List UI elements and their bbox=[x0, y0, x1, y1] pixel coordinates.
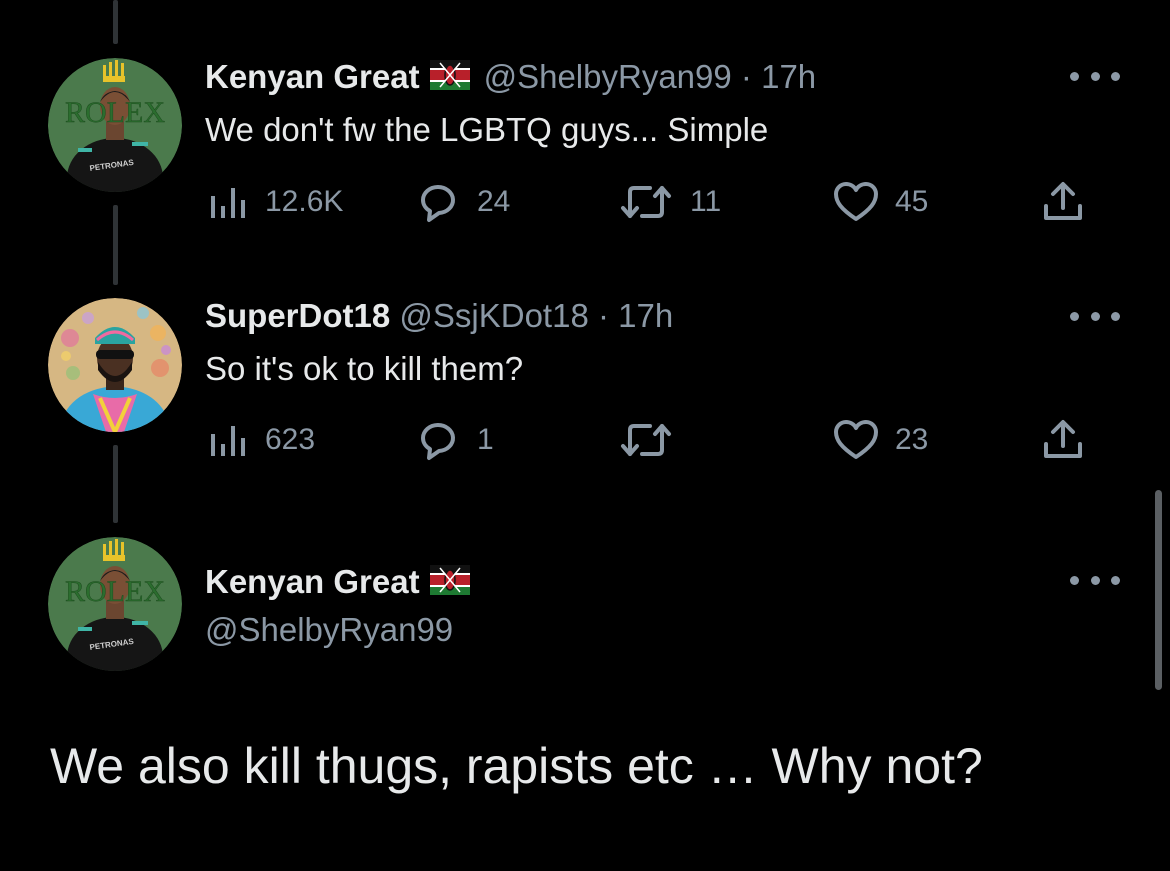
retweet-icon bbox=[618, 420, 674, 460]
retweet-count: 11 bbox=[690, 185, 722, 218]
retweet-icon bbox=[618, 182, 674, 222]
like-count: 45 bbox=[895, 185, 929, 218]
views-icon bbox=[205, 420, 249, 460]
kenya-flag-icon bbox=[429, 59, 470, 99]
thread-line bbox=[113, 205, 118, 285]
views-count: 12.6K bbox=[265, 185, 344, 218]
thread-line bbox=[113, 445, 118, 523]
reply-button[interactable]: 24 bbox=[415, 180, 510, 224]
tweet-header: Kenyan Great @ShelbyRyan99 · 17h bbox=[205, 57, 816, 99]
tweet-actions: 623 1 23 bbox=[205, 418, 1095, 462]
retweet-button[interactable] bbox=[618, 418, 690, 462]
share-button[interactable] bbox=[1041, 418, 1085, 462]
tweet-text: So it's ok to kill them? bbox=[205, 350, 524, 387]
display-name[interactable]: Kenyan Great bbox=[205, 563, 420, 600]
timestamp[interactable]: 17h bbox=[618, 297, 673, 334]
share-icon bbox=[1041, 418, 1085, 462]
views-button[interactable]: 12.6K bbox=[205, 180, 343, 224]
tweet-header: SuperDot18 @SsjKDot18 · 17h bbox=[205, 296, 673, 336]
more-icon[interactable] bbox=[1070, 306, 1120, 326]
handle[interactable]: @SsjKDot18 bbox=[399, 297, 588, 334]
handle[interactable]: @ShelbyRyan99 bbox=[205, 610, 453, 650]
more-icon[interactable] bbox=[1070, 66, 1120, 86]
share-button[interactable] bbox=[1041, 180, 1085, 224]
display-name[interactable]: Kenyan Great bbox=[205, 58, 420, 95]
like-button[interactable]: 23 bbox=[833, 418, 928, 462]
reply-count: 24 bbox=[477, 185, 511, 218]
separator: · bbox=[597, 297, 609, 334]
timestamp[interactable]: 17h bbox=[761, 58, 816, 95]
like-count: 23 bbox=[895, 423, 929, 456]
avatar[interactable]: PETRONAS ROLEX bbox=[48, 537, 182, 671]
like-icon bbox=[833, 181, 879, 223]
more-icon[interactable] bbox=[1070, 570, 1120, 590]
avatar-logo-text: ROLEX bbox=[65, 96, 165, 129]
like-icon bbox=[833, 419, 879, 461]
views-button[interactable]: 623 bbox=[205, 418, 315, 462]
thread-line bbox=[113, 0, 118, 44]
avatar[interactable] bbox=[48, 298, 182, 432]
retweet-button[interactable]: 11 bbox=[618, 180, 721, 224]
views-icon bbox=[205, 182, 249, 222]
display-name[interactable]: SuperDot18 bbox=[205, 297, 390, 334]
reply-icon bbox=[415, 180, 461, 224]
reply-count: 1 bbox=[477, 423, 494, 456]
avatar[interactable]: PETRONAS ROLEX bbox=[48, 58, 182, 192]
tweet-header: Kenyan Great bbox=[205, 562, 484, 604]
share-icon bbox=[1041, 180, 1085, 224]
tweet-text: We don't fw the LGBTQ guys... Simple bbox=[205, 111, 769, 148]
kenya-flag-icon bbox=[429, 564, 470, 604]
separator: · bbox=[740, 58, 752, 95]
tweet-actions: 12.6K 24 11 45 bbox=[205, 180, 1095, 224]
views-count: 623 bbox=[265, 423, 316, 456]
like-button[interactable]: 45 bbox=[833, 180, 928, 224]
avatar-logo-text: ROLEX bbox=[65, 575, 165, 608]
reply-icon bbox=[415, 418, 461, 462]
scrollbar[interactable] bbox=[1155, 490, 1162, 690]
handle[interactable]: @ShelbyRyan99 bbox=[484, 58, 732, 95]
tweet-thread: PETRONAS ROLEX Kenyan Great @ShelbyRyan99… bbox=[0, 0, 1170, 871]
focused-tweet-text: We also kill thugs, rapists etc … Why no… bbox=[50, 738, 983, 794]
reply-button[interactable]: 1 bbox=[415, 418, 494, 462]
